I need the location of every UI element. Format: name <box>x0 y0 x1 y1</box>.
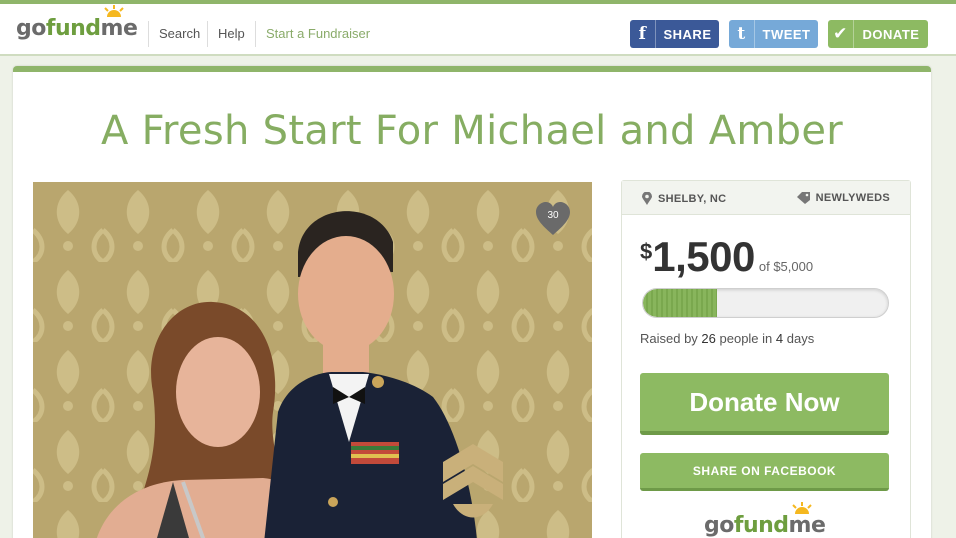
logo-me-text: me <box>789 502 826 538</box>
couple-photo-illustration <box>33 182 592 538</box>
campaign-card: A Fresh Start For Michael and Amber 30 S… <box>13 66 931 538</box>
logo-fund-text: fund <box>45 16 101 41</box>
nav-start-fundraiser-link[interactable]: Start a Fundraiser <box>266 26 370 41</box>
nav-divider <box>148 21 149 47</box>
share-on-facebook-button[interactable]: SHARE ON FACEBOOK <box>640 453 889 491</box>
campaign-photo: 30 <box>33 182 592 538</box>
category-tag[interactable]: NEWLYWEDS <box>796 192 890 204</box>
favorites-count: 30 <box>547 210 559 221</box>
donor-summary: Raised by 26 people in 4 days <box>640 331 814 346</box>
gofundme-footer-logo[interactable]: gofund me <box>704 502 826 538</box>
gofundme-logo[interactable]: gofund me <box>16 5 138 41</box>
progress-fill <box>643 289 717 317</box>
location-tag[interactable]: SHELBY, NC <box>642 192 726 205</box>
logo-fund-text: fund <box>733 513 789 538</box>
amount-raised: $ 1,500 of $5,000 <box>640 233 813 281</box>
donate-now-button[interactable]: Donate Now <box>640 373 889 435</box>
days-suffix: days <box>783 331 815 346</box>
donate-label: DONATE <box>862 26 920 42</box>
campaign-title: A Fresh Start For Michael and Amber <box>100 108 844 154</box>
sidebar-meta-header: SHELBY, NC NEWLYWEDS <box>622 181 910 215</box>
nav-divider <box>207 21 208 47</box>
nav-divider <box>255 21 256 47</box>
map-pin-icon <box>642 192 652 205</box>
progress-bar <box>642 288 889 318</box>
logo-go-text: go <box>16 16 46 41</box>
location-text: SHELBY, NC <box>658 192 727 205</box>
facebook-share-button[interactable]: f SHARE <box>630 20 719 48</box>
logo-sun-icon <box>791 502 812 514</box>
nav-search-link[interactable]: Search <box>159 26 200 41</box>
donation-sidebar: SHELBY, NC NEWLYWEDS $ 1,500 of $5,000 R… <box>621 180 911 538</box>
top-nav-bar: gofund me Search Help Start a Fundraiser … <box>0 0 956 56</box>
people-count: 26 <box>701 331 716 346</box>
people-prefix: Raised by <box>640 331 702 346</box>
logo-sun-icon <box>103 5 124 17</box>
twitter-icon: t <box>729 20 755 48</box>
facebook-icon: f <box>630 20 656 48</box>
raised-amount: 1,500 <box>652 233 755 280</box>
logo-me-text: me <box>101 5 138 41</box>
tag-icon <box>796 192 810 204</box>
checkmark-icon: ✔ <box>828 20 854 48</box>
tweet-button[interactable]: t TWEET <box>729 20 818 48</box>
currency-symbol: $ <box>640 239 653 264</box>
header-donate-button[interactable]: ✔ DONATE <box>828 20 928 48</box>
people-middle: people in <box>715 331 776 346</box>
tweet-label: TWEET <box>762 26 811 42</box>
goal-text: of $5,000 <box>758 259 814 274</box>
share-label: SHARE <box>663 26 712 42</box>
nav-help-link[interactable]: Help <box>218 26 245 41</box>
category-text: NEWLYWEDS <box>815 192 890 204</box>
logo-go-text: go <box>704 513 734 538</box>
